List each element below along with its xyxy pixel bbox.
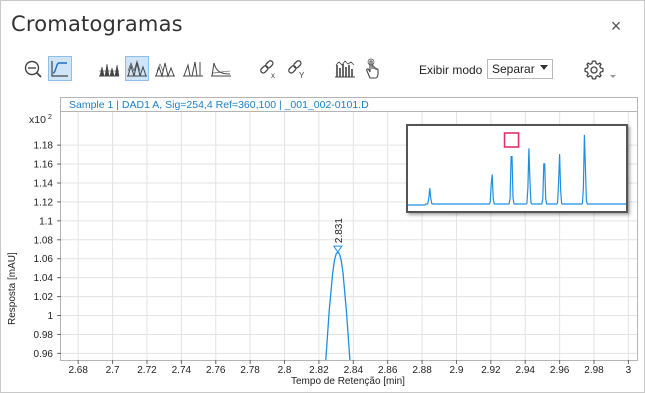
x-tick-label: 2.72	[137, 365, 157, 376]
x-tick-label: 2.84	[344, 365, 364, 376]
link-x-icon[interactable]: x	[257, 56, 281, 81]
offset-peaks-icon[interactable]	[209, 56, 233, 81]
mirror-peaks-icon[interactable]	[181, 56, 205, 81]
stack-peaks-icon[interactable]	[125, 56, 149, 81]
x-tick-label: 2.86	[378, 365, 398, 376]
x-axis-label: Tempo de Retenção [min]	[291, 376, 405, 387]
y-tick-label: 1.08	[34, 235, 54, 246]
chevron-down-icon	[540, 65, 548, 70]
y-tick-label: 0.96	[34, 349, 54, 360]
display-mode-select[interactable]: Separar	[487, 59, 553, 79]
x-tick-label: 2.98	[584, 365, 604, 376]
x-tick-label: 3	[626, 365, 632, 376]
zoom-region-box	[503, 132, 520, 148]
hand-pan-icon[interactable]	[361, 56, 385, 81]
y-tick-label: 1.16	[34, 160, 54, 171]
x-tick-label: 2.68	[68, 365, 88, 376]
x-tick-label: 2.78	[240, 365, 260, 376]
y-axis-label: Resposta [mAU]	[7, 252, 18, 325]
svg-text:x: x	[271, 71, 275, 79]
separate-peaks-icon[interactable]	[153, 56, 177, 81]
x-tick-label: 2.88	[412, 365, 432, 376]
y-tick-label: 1.18	[34, 141, 54, 152]
x-tick-label: 2.96	[550, 365, 570, 376]
sample-header: Sample 1 | DAD1 A, Sig=254,4 Ref=360,100…	[61, 98, 637, 112]
x-tick-label: 2.9	[450, 365, 464, 376]
overview-inset[interactable]	[406, 124, 628, 213]
chromatogram-window: Cromatogramas × x Y Exibir modo Separar	[0, 0, 645, 393]
x-tick-label: 2.94	[516, 365, 536, 376]
overview-chart	[408, 132, 626, 206]
x-tick-label: 2.92	[481, 365, 501, 376]
display-mode-value: Separar	[492, 62, 535, 76]
y-tick-label: 0.98	[34, 330, 54, 341]
x-tick-label: 2.82	[309, 365, 329, 376]
overlay-peaks-icon[interactable]	[97, 56, 121, 81]
settings-menu-caret-icon[interactable]	[610, 75, 616, 78]
peak-shape-icon[interactable]	[48, 56, 72, 81]
y-tick-label: 1.1	[39, 216, 53, 227]
y-tick-label: 1.14	[34, 178, 54, 189]
svg-text:Y: Y	[299, 71, 305, 79]
display-mode-label: Exibir modo	[419, 63, 483, 77]
x-tick-label: 2.76	[206, 365, 226, 376]
y-tick-label: 1	[47, 311, 53, 322]
overview-trace	[408, 134, 626, 206]
y-multiplier-base: x10	[29, 114, 46, 126]
y-tick-label: 1.06	[34, 254, 54, 265]
y-tick-label: 1.04	[34, 273, 54, 284]
y-tick-label: 1.02	[34, 292, 54, 303]
y-tick-label: 1.12	[34, 197, 54, 208]
window-title: Cromatogramas	[11, 12, 183, 36]
link-y-icon[interactable]: Y	[285, 56, 309, 81]
x-tick-label: 2.74	[172, 365, 192, 376]
close-icon[interactable]: ×	[607, 17, 625, 35]
sample-label: Sample 1 | DAD1 A, Sig=254,4 Ref=360,100…	[69, 99, 369, 111]
x-tick-label: 2.8	[278, 365, 292, 376]
zoom-fit-icon[interactable]	[21, 56, 45, 81]
gear-icon[interactable]	[583, 59, 605, 81]
y-multiplier-exp: 2	[47, 114, 52, 121]
y-multiplier: x10 2	[29, 114, 52, 126]
x-tick-label: 2.7	[106, 365, 120, 376]
bar-signal-icon[interactable]	[333, 56, 357, 81]
